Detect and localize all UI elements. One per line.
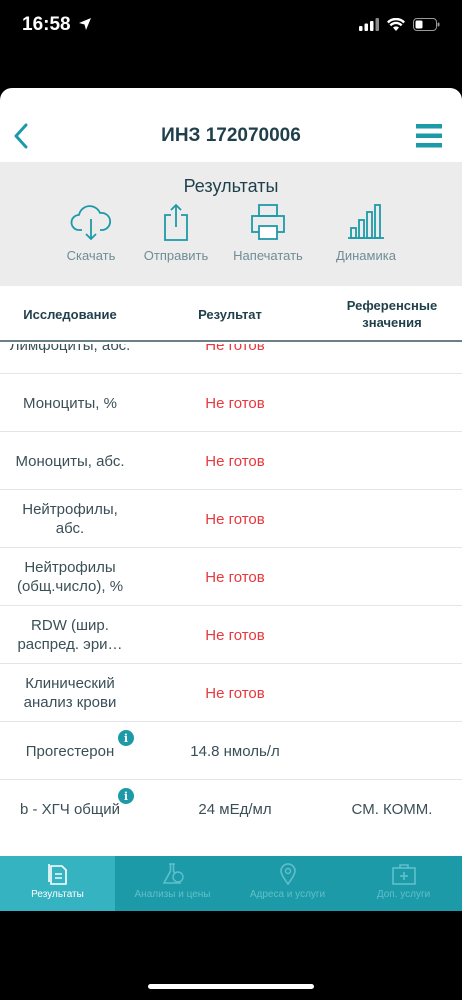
test-name: Нейтрофилы, абс. <box>22 501 118 537</box>
results-actions: Скачать Отправить Напечатать Динамика <box>0 202 462 282</box>
reference-value <box>322 606 462 664</box>
table-row[interactable]: Прогестерон i 14.8 нмоль/л <box>0 722 462 780</box>
result-value: Не готов <box>205 684 265 702</box>
test-name: Клинический анализ крови <box>23 675 117 711</box>
tab-results[interactable]: Результаты <box>0 856 115 911</box>
tab-bar: Результаты Анализы и цены Адреса и услуг… <box>0 856 462 911</box>
tab-tests-prices[interactable]: Анализы и цены <box>115 856 230 911</box>
tab-addresses-services-label: Адреса и услуги <box>249 889 326 900</box>
test-name: Лимфоциты, абс. <box>9 344 131 354</box>
column-header-test: Исследование <box>23 306 117 322</box>
battery-icon <box>413 18 440 36</box>
reference-value <box>322 722 462 780</box>
table-row[interactable]: RDW (шир. распред. эри… Не готов <box>0 606 462 664</box>
reference-value: СМ. КОММ. <box>351 800 433 818</box>
test-name: Моноциты, % <box>23 394 117 412</box>
reference-value <box>322 664 462 722</box>
flask-icon <box>162 863 184 884</box>
reference-value <box>322 548 462 606</box>
table-row[interactable]: Моноциты, абс. Не готов <box>0 432 462 490</box>
column-header-reference: Референсные значения <box>346 298 438 330</box>
dynamics-button[interactable]: Динамика <box>316 202 416 282</box>
wifi-icon <box>387 17 405 36</box>
test-name: Нейтрофилы (общ.число), % <box>16 559 124 595</box>
test-name: Моноциты, абс. <box>15 452 125 470</box>
reference-value <box>322 432 462 490</box>
home-indicator[interactable] <box>148 984 314 989</box>
results-title: Результаты <box>183 176 279 196</box>
share-icon <box>164 203 188 241</box>
cloud-download-icon <box>70 205 111 241</box>
result-value: Не готов <box>205 626 265 644</box>
document-icon <box>47 864 67 885</box>
table-row[interactable]: Моноциты, % Не готов <box>0 374 462 432</box>
dynamics-label: Динамика <box>336 248 396 263</box>
printer-icon <box>251 204 285 240</box>
info-icon[interactable]: i <box>118 730 134 746</box>
share-button[interactable]: Отправить <box>126 202 226 282</box>
reference-value <box>322 490 462 548</box>
menu-icon[interactable] <box>416 124 442 148</box>
tab-results-label: Результаты <box>31 889 84 900</box>
results-table: Лимфоциты, абс. Не готов Моноциты, % Не … <box>0 344 462 856</box>
nav-header: ИНЗ 172070006 <box>0 88 462 162</box>
table-row[interactable]: Лимфоциты, абс. Не готов <box>0 344 462 374</box>
location-arrow-icon <box>78 17 92 36</box>
table-header: Исследование Результат Референсные значе… <box>0 286 462 342</box>
result-value: 14.8 нмоль/л <box>190 742 280 760</box>
result-value: Не готов <box>205 344 265 354</box>
medical-kit-icon <box>391 864 416 885</box>
share-label: Отправить <box>143 248 209 263</box>
result-value: Не готов <box>205 394 265 412</box>
table-row[interactable]: b - ХГЧ общий i 24 мЕд/мл СМ. КОММ. <box>0 780 462 838</box>
results-sheet: ИНЗ 172070006 Результаты Скачать Отправи… <box>0 88 462 911</box>
column-header-result: Результат <box>198 306 262 322</box>
tab-addresses-services[interactable]: Адреса и услуги <box>230 856 345 911</box>
table-row[interactable]: Клинический анализ крови Не готов <box>0 664 462 722</box>
test-name: b - ХГЧ общий <box>20 800 120 818</box>
results-toolbar: Результаты Скачать Отправить Напечатать … <box>0 162 462 286</box>
tab-tests-prices-label: Анализы и цены <box>134 889 211 900</box>
reference-value <box>322 344 462 374</box>
tab-extra-services[interactable]: Доп. услуги <box>345 856 462 911</box>
bar-chart-icon <box>348 204 384 239</box>
tab-extra-services-label: Доп. услуги <box>376 889 431 900</box>
signal-icon <box>359 18 379 36</box>
test-name: RDW (шир. распред. эри… <box>17 617 123 653</box>
table-row[interactable]: Нейтрофилы, абс. Не готов <box>0 490 462 548</box>
page-title: ИНЗ 172070006 <box>161 125 301 146</box>
test-name: Прогестерон <box>25 742 115 760</box>
result-value: Не готов <box>205 568 265 586</box>
reference-value <box>322 374 462 432</box>
table-row[interactable]: Нейтрофилы (общ.число), % Не готов <box>0 548 462 606</box>
result-value: Не готов <box>205 452 265 470</box>
print-button[interactable]: Напечатать <box>218 202 318 282</box>
status-bar: 16:58 <box>0 0 462 56</box>
map-pin-icon <box>279 863 296 886</box>
info-icon[interactable]: i <box>118 788 134 804</box>
status-time: 16:58 <box>22 14 71 35</box>
result-value: 24 мЕд/мл <box>198 800 272 818</box>
result-value: Не готов <box>205 510 265 528</box>
print-label: Напечатать <box>233 248 303 263</box>
